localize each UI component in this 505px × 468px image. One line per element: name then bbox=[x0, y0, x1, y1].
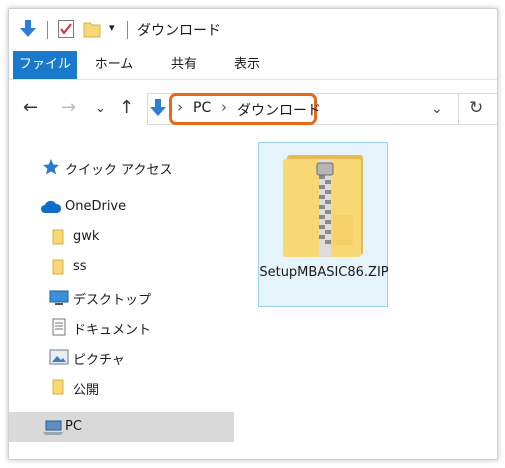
sidebar-item-onedrive[interactable]: OneDrive bbox=[9, 192, 234, 222]
desktop-icon bbox=[49, 288, 69, 306]
folder-icon bbox=[51, 258, 69, 276]
pictures-icon bbox=[49, 348, 69, 366]
breadcrumb-separator: › bbox=[221, 98, 227, 116]
sidebar-item-pictures[interactable]: ピクチャ bbox=[9, 342, 234, 372]
properties-checklist-icon[interactable] bbox=[57, 19, 75, 43]
breadcrumb-separator: › bbox=[177, 98, 183, 116]
cloud-icon bbox=[40, 198, 62, 216]
sidebar-item-ss[interactable]: ss bbox=[9, 252, 234, 282]
sidebar-item-pc[interactable]: PC bbox=[9, 412, 234, 442]
sidebar-item-label: ピクチャ bbox=[73, 353, 125, 368]
window-title: ダウンロード bbox=[137, 23, 221, 39]
sidebar-item-documents[interactable]: ドキュメント bbox=[9, 312, 234, 342]
folder-icon bbox=[51, 228, 69, 246]
ribbon-tabs: ファイル ホーム 共有 表示 bbox=[9, 51, 497, 79]
breadcrumb-pc[interactable]: PC bbox=[193, 100, 211, 116]
sidebar-item-gwk[interactable]: gwk bbox=[9, 222, 234, 252]
address-download-icon bbox=[150, 98, 166, 122]
sidebar-item-label: OneDrive bbox=[65, 199, 127, 214]
sidebar-item-label: デスクトップ bbox=[73, 293, 152, 308]
sidebar-item-label: PC bbox=[65, 419, 82, 434]
sidebar-item-desktop[interactable]: デスクトップ bbox=[9, 282, 234, 312]
sidebar-item-label: ドキュメント bbox=[73, 323, 152, 338]
quick-access-dropdown-icon[interactable]: ▾ bbox=[109, 21, 115, 34]
sidebar-item-label: 公開 bbox=[73, 383, 100, 398]
download-arrow-icon[interactable] bbox=[19, 19, 37, 43]
tab-share[interactable]: 共有 bbox=[159, 51, 209, 79]
file-list: SetupMBASIC86.ZIP bbox=[241, 137, 497, 459]
sidebar-item-public[interactable]: 公開 bbox=[9, 372, 234, 402]
pc-icon bbox=[42, 418, 63, 436]
file-name: SetupMBASIC86.ZIP bbox=[259, 265, 389, 280]
tab-file[interactable]: ファイル bbox=[13, 51, 77, 79]
separator bbox=[127, 21, 128, 39]
navigation-bar: ← → ⌄ ↑ › PC › ダウンロード ⌄ ↻ bbox=[9, 83, 497, 133]
tab-view[interactable]: 表示 bbox=[222, 51, 272, 79]
back-arrow-icon[interactable]: ← bbox=[23, 97, 38, 118]
explorer-window: ▾ ダウンロード ファイル ホーム 共有 表示 ← → ⌄ ↑ › PC › ダ… bbox=[8, 8, 498, 460]
file-item[interactable]: SetupMBASIC86.ZIP bbox=[258, 142, 389, 307]
sidebar-item-label: クイック アクセス bbox=[65, 163, 173, 178]
star-icon bbox=[42, 158, 60, 176]
zip-folder-icon bbox=[281, 153, 367, 263]
forward-arrow-icon[interactable]: → bbox=[61, 97, 76, 118]
document-icon bbox=[51, 318, 69, 336]
breadcrumb-downloads[interactable]: ダウンロード bbox=[237, 100, 321, 120]
sidebar-item-quick-access[interactable]: クイック アクセス bbox=[9, 152, 234, 182]
tab-home[interactable]: ホーム bbox=[89, 51, 139, 79]
refresh-icon[interactable]: ↻ bbox=[469, 98, 483, 118]
folder-icon bbox=[51, 378, 69, 396]
new-folder-icon[interactable] bbox=[83, 19, 101, 43]
navigation-pane: クイック アクセス OneDrive gwk ss デスクトップ ドキュメント … bbox=[9, 137, 234, 459]
separator bbox=[47, 21, 48, 39]
address-dropdown-chevron-icon[interactable]: ⌄ bbox=[431, 101, 443, 117]
title-bar: ▾ ダウンロード bbox=[9, 9, 497, 49]
up-arrow-icon[interactable]: ↑ bbox=[119, 97, 134, 118]
ribbon-divider bbox=[9, 79, 497, 80]
recent-locations-chevron-icon[interactable]: ⌄ bbox=[95, 101, 106, 116]
sidebar-item-label: gwk bbox=[73, 229, 100, 244]
sidebar-item-label: ss bbox=[73, 259, 87, 274]
